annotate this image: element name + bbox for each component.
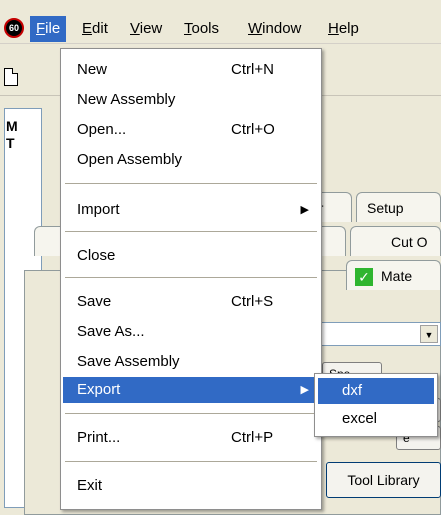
file-menu-new-assembly-label: New Assembly xyxy=(77,91,176,108)
menu-help-rest: elp xyxy=(338,20,359,37)
submenu-arrow-icon: ▶ xyxy=(300,204,309,216)
tab-mate-label: Mate xyxy=(381,268,413,284)
chevron-down-icon[interactable]: ▼ xyxy=(420,325,438,343)
left-panel-label: M T xyxy=(6,118,18,151)
file-menu-save-assembly-label: Save Assembly xyxy=(77,353,180,370)
check-icon: ✓ xyxy=(355,268,373,287)
separator xyxy=(65,413,317,414)
menu-window-rest: indow xyxy=(262,20,302,37)
separator xyxy=(65,277,317,278)
file-menu-save-label: Save xyxy=(77,293,112,310)
menu-help[interactable]: Help xyxy=(322,16,365,42)
menu-window-accel: W xyxy=(248,20,263,37)
export-submenu-excel[interactable]: excel xyxy=(318,406,434,432)
file-menu-new-assembly[interactable]: New Assembly xyxy=(63,87,319,113)
file-menu-print[interactable]: Print... Ctrl+P xyxy=(63,425,319,451)
menu-edit[interactable]: Edit xyxy=(76,16,114,42)
file-menu-save-shortcut: Ctrl+S xyxy=(231,293,274,310)
menu-edit-accel: E xyxy=(82,20,93,37)
menu-file-accel: F xyxy=(36,20,46,37)
file-menu-print-shortcut: Ctrl+P xyxy=(231,429,274,446)
menu-view[interactable]: View xyxy=(124,16,168,42)
file-menu-print-label: Print... xyxy=(77,429,121,446)
material-dropdown[interactable]: ▼ xyxy=(320,322,441,346)
new-document-icon[interactable] xyxy=(4,68,18,86)
menu-view-accel: V xyxy=(130,20,140,37)
menu-file[interactable]: File xyxy=(30,16,67,42)
tab-setup[interactable]: Setup xyxy=(356,192,441,222)
file-menu-import[interactable]: Import ▶ xyxy=(63,197,319,223)
file-menu-import-label: Import xyxy=(77,201,120,218)
file-menu-close[interactable]: Close xyxy=(63,243,319,269)
file-menu-save-as-label: Save As... xyxy=(77,323,145,340)
file-menu-export-label: Export xyxy=(77,381,121,398)
menu-help-accel: H xyxy=(328,20,339,37)
menu-bar: 60 File Edit View Tools Window Help xyxy=(0,0,441,44)
menu-tools-rest: ools xyxy=(191,20,220,37)
file-menu-exit-label: Exit xyxy=(77,477,103,494)
export-submenu: dxf excel xyxy=(314,373,438,437)
file-menu-close-label: Close xyxy=(77,247,116,264)
menu-window[interactable]: Window xyxy=(242,16,307,42)
file-menu-new-label: New xyxy=(77,61,108,78)
file-menu-dropdown: New Ctrl+N New Assembly Open... Ctrl+O O… xyxy=(60,48,322,510)
file-menu-exit[interactable]: Exit xyxy=(63,473,319,499)
file-menu-new[interactable]: New Ctrl+N xyxy=(63,57,319,83)
file-menu-open-assembly[interactable]: Open Assembly xyxy=(63,147,319,173)
file-menu-open-shortcut: Ctrl+O xyxy=(231,121,275,138)
tool-library-button[interactable]: Tool Library xyxy=(326,462,441,498)
separator xyxy=(65,461,317,462)
tab-cut[interactable]: Cut O xyxy=(350,226,441,256)
file-menu-export[interactable]: Export ▶ xyxy=(63,377,319,403)
app-logo-icon[interactable]: 60 xyxy=(4,18,24,38)
menu-tools-accel: T xyxy=(184,20,192,37)
file-menu-save[interactable]: Save Ctrl+S xyxy=(63,289,319,315)
file-menu-new-shortcut: Ctrl+N xyxy=(231,61,274,78)
menu-view-rest: iew xyxy=(139,20,163,37)
file-menu-save-as[interactable]: Save As... xyxy=(63,319,319,345)
export-submenu-dxf[interactable]: dxf xyxy=(318,378,434,404)
menu-file-rest: ile xyxy=(45,20,61,37)
separator xyxy=(65,231,317,232)
tab-mate[interactable]: ✓ Mate xyxy=(346,260,441,290)
file-menu-open-assembly-label: Open Assembly xyxy=(77,151,183,168)
file-menu-open-label: Open... xyxy=(77,121,127,138)
menu-tools[interactable]: Tools xyxy=(178,16,225,42)
file-menu-save-assembly[interactable]: Save Assembly xyxy=(63,349,319,375)
separator xyxy=(65,183,317,184)
submenu-arrow-icon: ▶ xyxy=(300,384,309,396)
file-menu-open[interactable]: Open... Ctrl+O xyxy=(63,117,319,143)
menu-edit-rest: dit xyxy=(92,20,108,37)
